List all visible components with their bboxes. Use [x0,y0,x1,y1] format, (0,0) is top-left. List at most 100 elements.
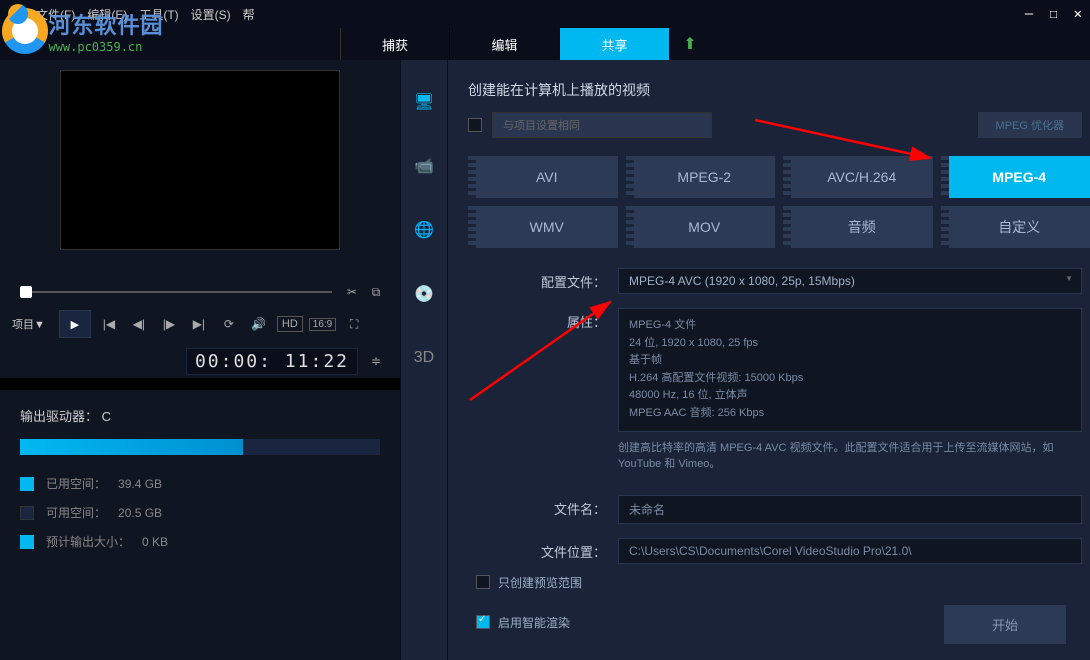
timecode-display[interactable]: 00:00: 11:22 [186,348,358,375]
cut-icon[interactable]: ✂ [340,280,364,304]
prop-line-2: 基于帧 [629,352,1071,370]
aspect-ratio-badge[interactable]: 16:9 [309,318,336,331]
prop-line-5: MPEG AAC 音频: 256 Kbps [629,405,1071,423]
go-start-button[interactable]: |◀ [97,312,121,336]
mpeg-optimizer-button[interactable]: MPEG 优化器 [978,112,1082,138]
playback-controls: 项目▼ ▶ |◀ ◀| |▶ ▶| ⟳ 🔊 HD 16:9 ⛶ [0,304,400,344]
filename-label: 文件名： [468,495,618,518]
video-preview [60,70,340,250]
fullscreen-button[interactable]: ⛶ [342,312,366,336]
used-space-value: 39.4 GB [118,477,162,491]
preview-only-row: 只创建预览范围 [468,574,1090,591]
properties-row: 属性： MPEG-4 文件 24 位, 1920 x 1080, 25 fps … [468,304,1090,481]
prev-frame-button[interactable]: ◀| [127,312,151,336]
format-avi[interactable]: AVI [468,156,618,198]
est-size-value: 0 KB [142,535,168,549]
web-icon[interactable]: 🌐 [412,218,436,242]
minimize-button[interactable]: — [1025,6,1033,22]
timeline-row: ✂ ⧉ [0,280,400,304]
prop-line-1: 24 位, 1920 x 1080, 25 fps [629,335,1071,353]
share-target-sidebar: 🖥 📹 🌐 💿 3D [400,60,448,660]
location-row: 文件位置： C:\Users\CS\Documents\Corel VideoS… [468,534,1090,564]
used-space-swatch-icon [20,477,34,491]
profile-description: 创建高比特率的高清 MPEG-4 AVC 视频文件。此配置文件适合用于上传至流媒… [618,432,1082,481]
right-panel: 🖥 📹 🌐 💿 3D 创建能在计算机上播放的视频 与项目设置相同 MPEG 优化… [400,60,1090,660]
smart-render-checkbox[interactable] [476,615,490,629]
menu-settings[interactable]: 设置(S) [191,6,231,23]
disc-icon[interactable]: 💿 [412,282,436,306]
project-dropdown[interactable]: 项目▼ [12,316,45,332]
estimated-size-row: 预计输出大小： 0 KB [20,533,380,550]
format-mpeg4[interactable]: MPEG-4 [941,156,1090,198]
timeline-track[interactable] [20,291,332,293]
start-button[interactable]: 开始 [944,605,1066,644]
timecode-row: 00:00: 11:22 ≑ [0,344,400,378]
format-mpeg2[interactable]: MPEG-2 [626,156,776,198]
format-grid-row1: AVI MPEG-2 AVC/H.264 MPEG-4 [468,156,1090,198]
app-logo-icon [8,4,28,24]
properties-label: 属性： [468,308,618,331]
prop-line-0: MPEG-4 文件 [629,317,1071,335]
used-space-row: 已用空间： 39.4 GB [20,475,380,492]
same-as-project-label: 与项目设置相同 [492,112,712,138]
window-controls: — ☐ ✕ [1025,6,1082,22]
next-frame-button[interactable]: |▶ [157,312,181,336]
format-audio[interactable]: 音频 [783,206,933,248]
volume-button[interactable]: 🔊 [247,312,271,336]
timecode-stepper-icon[interactable]: ≑ [364,349,388,373]
tab-capture[interactable]: 捕获 [340,28,450,60]
location-label: 文件位置： [468,538,618,561]
preview-area [0,60,400,280]
drive-usage-fill [20,439,243,455]
device-icon[interactable]: 📹 [412,154,436,178]
same-as-project-checkbox[interactable] [468,118,482,132]
format-mov[interactable]: MOV [626,206,776,248]
menu-help[interactable]: 帮 [243,6,255,23]
close-button[interactable]: ✕ [1074,6,1082,22]
format-custom[interactable]: 自定义 [941,206,1090,248]
computer-icon[interactable]: 🖥 [412,90,436,114]
preview-only-checkbox[interactable] [476,575,490,589]
title-bar: 文件(F) 编辑(E) 工具(T) 设置(S) 帮 — ☐ ✕ [0,0,1090,28]
tab-share[interactable]: 共享 [560,28,670,60]
smart-render-row: 启用智能渲染 [468,614,570,631]
location-input[interactable]: C:\Users\CS\Documents\Corel VideoStudio … [618,538,1082,564]
preview-only-label: 只创建预览范围 [498,574,582,591]
repeat-button[interactable]: ⟳ [217,312,241,336]
panel-divider [0,378,400,390]
est-size-swatch-icon [20,535,34,549]
play-button[interactable]: ▶ [59,310,91,338]
smart-render-label: 启用智能渲染 [498,614,570,631]
3d-icon[interactable]: 3D [412,346,436,370]
properties-box: MPEG-4 文件 24 位, 1920 x 1080, 25 fps 基于帧 … [618,308,1082,432]
maximize-button[interactable]: ☐ [1049,6,1057,22]
menu-tools[interactable]: 工具(T) [139,6,178,23]
filename-input[interactable]: 未命名 [618,495,1082,524]
hd-badge[interactable]: HD [277,316,303,332]
section-title: 创建能在计算机上播放的视频 [468,80,1090,100]
format-wmv[interactable]: WMV [468,206,618,248]
drive-usage-bar [20,439,380,455]
go-end-button[interactable]: ▶| [187,312,211,336]
timeline-handle[interactable] [20,286,32,298]
format-grid-row2: WMV MOV 音频 自定义 [468,206,1090,248]
share-content: 创建能在计算机上播放的视频 与项目设置相同 MPEG 优化器 AVI MPEG-… [448,60,1090,660]
est-size-label: 预计输出大小： [46,533,130,550]
left-panel: ✂ ⧉ 项目▼ ▶ |◀ ◀| |▶ ▶| ⟳ 🔊 HD 16:9 ⛶ 00:0… [0,60,400,660]
filename-row: 文件名： 未命名 [468,491,1090,524]
profile-row: 配置文件： MPEG-4 AVC (1920 x 1080, 25p, 15Mb… [468,256,1090,294]
free-space-swatch-icon [20,506,34,520]
profile-label: 配置文件： [468,268,618,291]
upload-icon[interactable]: ⬆ [670,28,710,60]
menu-file[interactable]: 文件(F) [36,6,75,23]
profile-dropdown[interactable]: MPEG-4 AVC (1920 x 1080, 25p, 15Mbps) [618,268,1082,294]
main-menu: 文件(F) 编辑(E) 工具(T) 设置(S) 帮 [36,6,255,23]
mark-icon[interactable]: ⧉ [364,280,388,304]
free-space-label: 可用空间： [46,504,106,521]
tab-edit[interactable]: 编辑 [450,28,560,60]
free-space-value: 20.5 GB [118,506,162,520]
output-drive-label: 输出驱动器： C [20,406,380,425]
drive-section: 输出驱动器： C 已用空间： 39.4 GB 可用空间： 20.5 GB 预计输… [0,390,400,660]
format-avc[interactable]: AVC/H.264 [783,156,933,198]
menu-edit[interactable]: 编辑(E) [87,6,127,23]
